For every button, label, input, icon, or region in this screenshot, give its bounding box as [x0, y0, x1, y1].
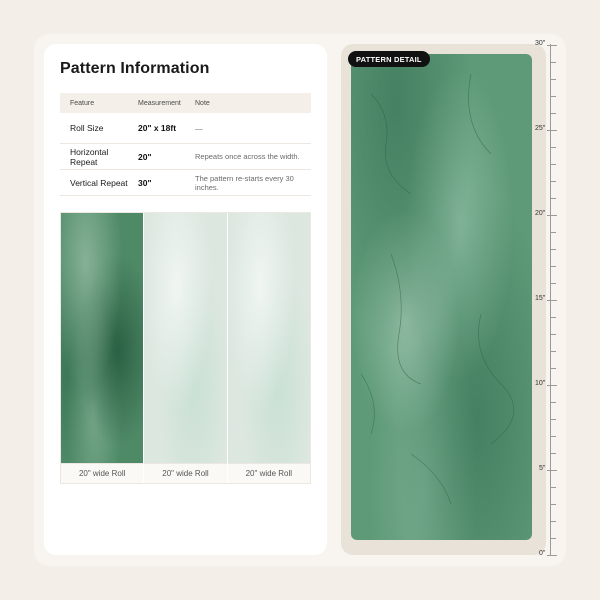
- ruler-tick: [551, 402, 556, 403]
- row-note: —: [195, 123, 203, 133]
- ruler-tick: [551, 62, 556, 63]
- roll-caption: 20" wide Roll: [144, 463, 227, 483]
- ruler-tick: [551, 249, 556, 250]
- ruler-tick: [551, 113, 556, 114]
- ruler-tick: [547, 45, 557, 46]
- pattern-detail-badge: PATTERN DETAIL: [348, 51, 430, 67]
- row-feature: Vertical Repeat: [70, 177, 128, 188]
- ruler-tick: [551, 96, 556, 97]
- ruler-tick: [551, 198, 556, 199]
- ruler-tick: [551, 317, 556, 318]
- ruler-tick: [551, 487, 556, 488]
- roll-texture-image-faded: [227, 213, 310, 464]
- ruler-tick: [551, 79, 556, 80]
- measurement-ruler: 30" 25" 20" 15" 10" 5" 0": [533, 40, 563, 557]
- row-feature: Horizontal Repeat: [70, 146, 109, 167]
- table-row: Horizontal Repeat 20" Repeats once acros…: [60, 144, 311, 170]
- ruler-label-20: 20": [535, 210, 546, 217]
- pattern-detail-image: [351, 54, 532, 540]
- table-row: Vertical Repeat 30" The pattern re-start…: [60, 170, 311, 196]
- ruler-tick: [551, 521, 556, 522]
- roll-caption: 20" wide Roll: [61, 463, 144, 483]
- ruler-tick: [551, 266, 556, 267]
- ruler-tick: [551, 283, 556, 284]
- ruler-tick: [551, 538, 556, 539]
- row-note: Repeats once across the width.: [195, 152, 300, 161]
- ruler-tick: [551, 164, 556, 165]
- row-note: The pattern re-starts every 30 inches.: [195, 173, 294, 192]
- ruler-label-0: 0": [539, 550, 546, 557]
- spec-table-header: Feature Measurement Note: [60, 93, 311, 113]
- pattern-info-card: Pattern Information Feature Measurement …: [44, 44, 327, 555]
- column-header-measurement: Measurement: [138, 99, 181, 107]
- ruler-label-5: 5": [539, 465, 546, 472]
- ruler-label-30: 30": [535, 40, 546, 47]
- ruler-tick: [551, 351, 556, 352]
- ruler-tick: [547, 215, 557, 216]
- ruler-tick: [547, 555, 557, 556]
- texture-cracks: [360, 73, 515, 505]
- ruler-tick: [551, 419, 556, 420]
- roll-panel: 20" wide Roll: [144, 213, 228, 483]
- table-row: Roll Size 20" x 18ft —: [60, 113, 311, 144]
- roll-panel: 20" wide Roll: [227, 213, 310, 483]
- row-measurement: 30": [138, 177, 152, 188]
- ruler-tick: [551, 504, 556, 505]
- roll-texture-image: [61, 213, 144, 464]
- row-feature: Roll Size: [70, 123, 104, 133]
- ruler-tick: [551, 368, 556, 369]
- roll-caption: 20" wide Roll: [227, 463, 310, 483]
- spec-table: Feature Measurement Note Roll Size 20" x…: [60, 93, 311, 196]
- row-measurement: 20" x 18ft: [138, 123, 177, 133]
- ruler-tick: [551, 436, 556, 437]
- roll-preview: 20" wide Roll 20" wide Roll 20" wide Rol…: [60, 212, 311, 484]
- ruler-label-15: 15": [535, 295, 546, 302]
- ruler-tick: [547, 470, 557, 471]
- roll-texture-image-faded: [144, 213, 227, 464]
- ruler-tick: [547, 300, 557, 301]
- column-header-note: Note: [195, 99, 210, 107]
- column-header-feature: Feature: [70, 99, 95, 107]
- ruler-tick: [551, 334, 556, 335]
- ruler-label-25: 25": [535, 125, 546, 132]
- ruler-tick: [551, 147, 556, 148]
- ruler-tick: [551, 453, 556, 454]
- ruler-tick: [551, 232, 556, 233]
- ruler-tick: [547, 385, 557, 386]
- ruler-tick: [551, 181, 556, 182]
- ruler-tick: [547, 130, 557, 131]
- info-title: Pattern Information: [60, 60, 210, 77]
- row-measurement: 20": [138, 151, 152, 162]
- ruler-label-10: 10": [535, 380, 546, 387]
- roll-panel: 20" wide Roll: [61, 213, 145, 483]
